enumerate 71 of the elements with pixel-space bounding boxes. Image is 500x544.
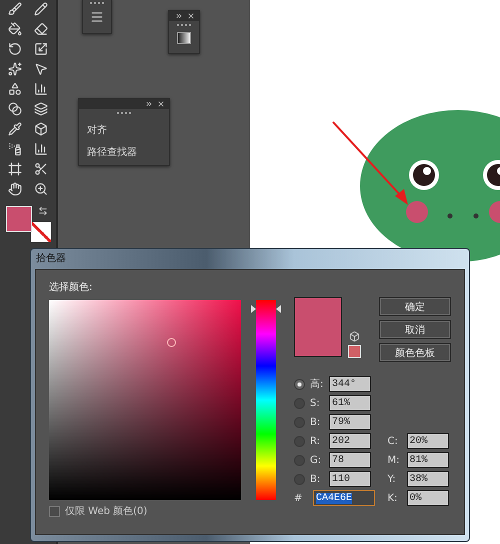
input-field[interactable]: 81% — [406, 452, 448, 468]
menu-icon[interactable] — [90, 10, 104, 24]
hex-input-field[interactable]: CA4E6E — [313, 490, 375, 506]
collapse-icon[interactable] — [145, 100, 153, 108]
bucket-icon[interactable] — [6, 20, 24, 38]
artboard-icon[interactable] — [6, 160, 24, 178]
radio-button[interactable] — [294, 378, 305, 390]
chart-icon[interactable] — [32, 80, 50, 98]
swap-icon[interactable] — [38, 206, 48, 216]
checkbox[interactable] — [49, 506, 60, 516]
dialog-button[interactable]: 确定 — [379, 297, 451, 316]
blend-icon[interactable] — [6, 100, 24, 118]
field-label: 高: — [310, 378, 324, 391]
input-field[interactable]: 20% — [406, 433, 448, 449]
radio-button[interactable] — [294, 454, 305, 466]
input-field[interactable]: 38% — [406, 471, 448, 487]
close-icon[interactable] — [157, 100, 165, 108]
section-label: 选择颜色: — [49, 280, 94, 294]
field-label: K: — [388, 492, 398, 504]
gradient-icon[interactable] — [177, 32, 191, 44]
collapse-icon[interactable] — [175, 12, 183, 20]
pencil-icon[interactable] — [32, 0, 50, 18]
dialog-button[interactable]: 取消 — [379, 320, 451, 339]
input-field[interactable]: 79% — [329, 414, 371, 430]
field-label: M: — [388, 454, 400, 466]
field-label: B: — [310, 416, 322, 428]
input-field[interactable]: 0% — [406, 490, 448, 506]
input-field[interactable]: 110 — [329, 471, 371, 487]
spray-can-icon[interactable] — [6, 140, 24, 158]
field-label: C: — [388, 436, 399, 446]
zoom-icon[interactable] — [32, 180, 50, 198]
close-icon[interactable] — [187, 12, 195, 20]
dialog-button[interactable]: 颜色色板 — [379, 343, 451, 362]
shapes-icon[interactable] — [6, 80, 24, 98]
box-icon[interactable] — [32, 120, 50, 138]
cube-icon[interactable] — [349, 331, 360, 342]
input-field[interactable]: 202 — [329, 433, 371, 449]
input-field[interactable]: 344° — [329, 376, 371, 392]
color-field[interactable] — [49, 300, 242, 500]
radio-button[interactable] — [294, 474, 305, 484]
hue-slider[interactable] — [251, 300, 280, 500]
scale-icon[interactable] — [32, 40, 50, 58]
radio-button[interactable] — [294, 436, 305, 446]
eyedropper-icon[interactable] — [6, 120, 24, 138]
web-color-swatch[interactable] — [348, 345, 361, 358]
input-field[interactable]: 78 — [329, 452, 371, 468]
eraser-icon[interactable] — [32, 20, 50, 38]
field-label: # — [294, 492, 304, 504]
picker-ring-icon[interactable] — [167, 338, 176, 347]
input-field[interactable]: 61% — [329, 395, 371, 411]
stroke-swatch[interactable] — [31, 222, 51, 242]
fill-swatch[interactable] — [6, 206, 32, 232]
brush-icon[interactable] — [6, 0, 24, 18]
dialog-title: 拾色器 — [35, 252, 67, 266]
radio-button[interactable] — [294, 416, 305, 428]
rotate-icon[interactable] — [6, 40, 24, 58]
field-label: B: — [310, 474, 322, 484]
field-label: S: — [310, 398, 321, 408]
hue-slider-thumb[interactable] — [251, 305, 282, 313]
hand-icon[interactable] — [6, 180, 24, 198]
sparkle-icon[interactable] — [6, 60, 24, 78]
field-label: G: — [310, 454, 322, 466]
bar-chart-icon[interactable] — [32, 140, 50, 158]
checkbox-label: 仅限 Web 颜色(0) — [65, 504, 148, 518]
panel-item[interactable]: 对齐 — [79, 119, 115, 141]
radio-button[interactable] — [294, 398, 305, 408]
panel-item[interactable]: 路径查找器 — [79, 141, 145, 163]
layers-icon[interactable] — [32, 100, 50, 118]
color-preview — [294, 297, 342, 357]
field-label: R: — [310, 436, 322, 446]
field-label: Y: — [388, 474, 397, 484]
